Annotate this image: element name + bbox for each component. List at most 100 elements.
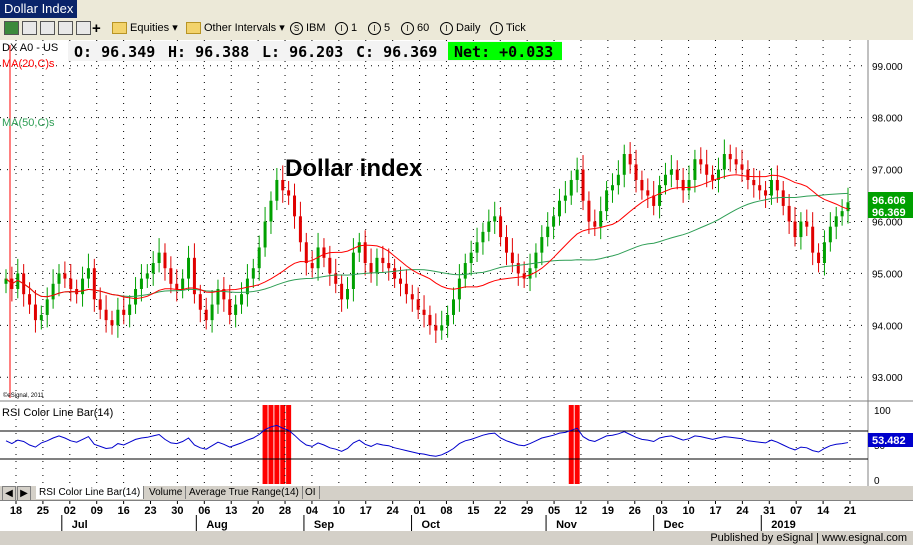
candle-body (33, 304, 37, 321)
candle-body (310, 263, 314, 269)
day-label: 28 (279, 505, 291, 517)
candle-body (416, 299, 420, 310)
price-tick-label: 99.000 (872, 62, 903, 73)
interval-60[interactable]: I 60 (401, 20, 429, 37)
price-tick-label: 93.000 (872, 373, 903, 384)
ma50-last-value: 96.606 (872, 195, 906, 207)
month-label: Oct (422, 519, 441, 531)
day-label: 30 (171, 505, 183, 517)
candle-body (251, 268, 255, 279)
indicator-tab-bar: ◀ ▶ RSI Color Line Bar(14) Volume Averag… (0, 486, 913, 501)
interval-daily[interactable]: I Daily (440, 20, 480, 37)
chevron-down-icon: ▾ (279, 22, 285, 34)
month-label: Sep (314, 519, 334, 531)
candle-body (422, 309, 426, 315)
tab-volume[interactable]: Volume (146, 486, 187, 499)
rsi-highlight-band (574, 405, 580, 484)
ma50-label: MA(50,C)s (2, 117, 55, 129)
candle-body (63, 273, 67, 279)
day-label: 04 (306, 505, 319, 517)
candle-body (269, 200, 273, 222)
day-label: 15 (467, 505, 479, 517)
month-label: Nov (556, 519, 578, 531)
candle-body (328, 257, 332, 274)
close-value: C: 96.369 (356, 43, 437, 61)
price-tick-label: 98.000 (872, 114, 903, 125)
interval-ibm[interactable]: S IBM (290, 20, 326, 37)
candle-body (139, 278, 143, 289)
candle-body (134, 288, 138, 305)
candle-body (681, 179, 685, 191)
candle-body (387, 263, 391, 269)
candle-body (658, 185, 662, 206)
interval-tick[interactable]: I Tick (490, 20, 526, 37)
scroll-right-button[interactable]: ▶ (17, 486, 31, 501)
candle-body (145, 273, 149, 279)
candle-body (257, 247, 261, 269)
print-icon[interactable] (40, 20, 55, 37)
interval-label: 60 (417, 22, 430, 34)
day-label: 10 (333, 505, 345, 517)
candle-body (304, 242, 308, 264)
day-label: 02 (64, 505, 76, 517)
candle-body (469, 252, 473, 264)
day-label: 24 (387, 505, 400, 517)
interval-5[interactable]: I5 (368, 20, 390, 37)
candle-body (175, 283, 179, 289)
ma20-label: MA(20,C)s (2, 58, 55, 70)
candle-body (51, 283, 55, 300)
interval-1[interactable]: I1 (335, 20, 357, 37)
tab-rsi[interactable]: RSI Color Line Bar(14) (36, 486, 145, 499)
candle-body (628, 154, 632, 165)
candle-body (322, 247, 326, 258)
candle-body (528, 268, 532, 279)
candle-body (163, 252, 167, 269)
candle-body (381, 257, 385, 264)
candle-body (593, 221, 597, 227)
day-label: 18 (10, 505, 22, 517)
price-tick-label: 94.000 (872, 321, 903, 332)
other-intervals-dropdown[interactable]: Other Intervals ▾ (186, 20, 285, 37)
tab-oi[interactable]: OI (302, 486, 320, 499)
equities-label: Equities (130, 22, 170, 34)
tab-atr[interactable]: Average True Range(14) (186, 486, 303, 499)
candle-body (275, 179, 279, 201)
chart-icon[interactable] (4, 20, 19, 37)
add-icon[interactable]: + (92, 20, 101, 37)
rsi-last-value: 53.482 (872, 435, 906, 447)
scroll-left-button[interactable]: ◀ (2, 486, 16, 501)
copy-icon[interactable] (58, 20, 73, 37)
high-value: H: 96.388 (168, 43, 249, 61)
month-label: Dec (664, 519, 684, 531)
candle-body (534, 252, 538, 269)
time-axis: 18 25 02 09 16 23 30 06 13 20 28 04 10 17 24 01 08 15 22 29… (0, 500, 913, 532)
folder-icon (186, 22, 201, 35)
grid-icon[interactable] (22, 20, 37, 37)
open-value: O: 96.349 (74, 43, 155, 61)
candle-body (204, 309, 208, 321)
interval-icon: I (490, 21, 503, 35)
other-intervals-label: Other Intervals (204, 22, 277, 34)
price-chart[interactable]: 99.000 98.000 97.000 96.000 95.000 94.000 93.0… (0, 40, 913, 486)
rsi-highlight-band (286, 405, 292, 484)
candle-body (98, 299, 102, 310)
folder-icon (112, 22, 127, 35)
candle-body (693, 159, 697, 180)
time-axis-svg: 18 25 02 09 16 23 30 06 13 20 28 04 10 17 24 01 08 15 22 29… (10, 501, 856, 531)
candle-body (346, 288, 350, 300)
day-label: 03 (656, 505, 668, 517)
symbol-icon: S (290, 21, 303, 35)
day-label: 16 (117, 505, 129, 517)
candle-body (293, 195, 297, 217)
page-icon[interactable] (76, 20, 91, 37)
candle-body (711, 174, 715, 180)
candle-body (357, 242, 361, 253)
candle-body (104, 309, 108, 321)
candle-body (540, 237, 544, 253)
candle-body (128, 304, 132, 315)
equities-dropdown[interactable]: Equities ▾ (112, 20, 178, 37)
rsi-highlight-band (274, 405, 280, 484)
candle-body (634, 164, 638, 180)
candle-body (481, 231, 485, 243)
rsi-highlight-band (268, 405, 274, 484)
